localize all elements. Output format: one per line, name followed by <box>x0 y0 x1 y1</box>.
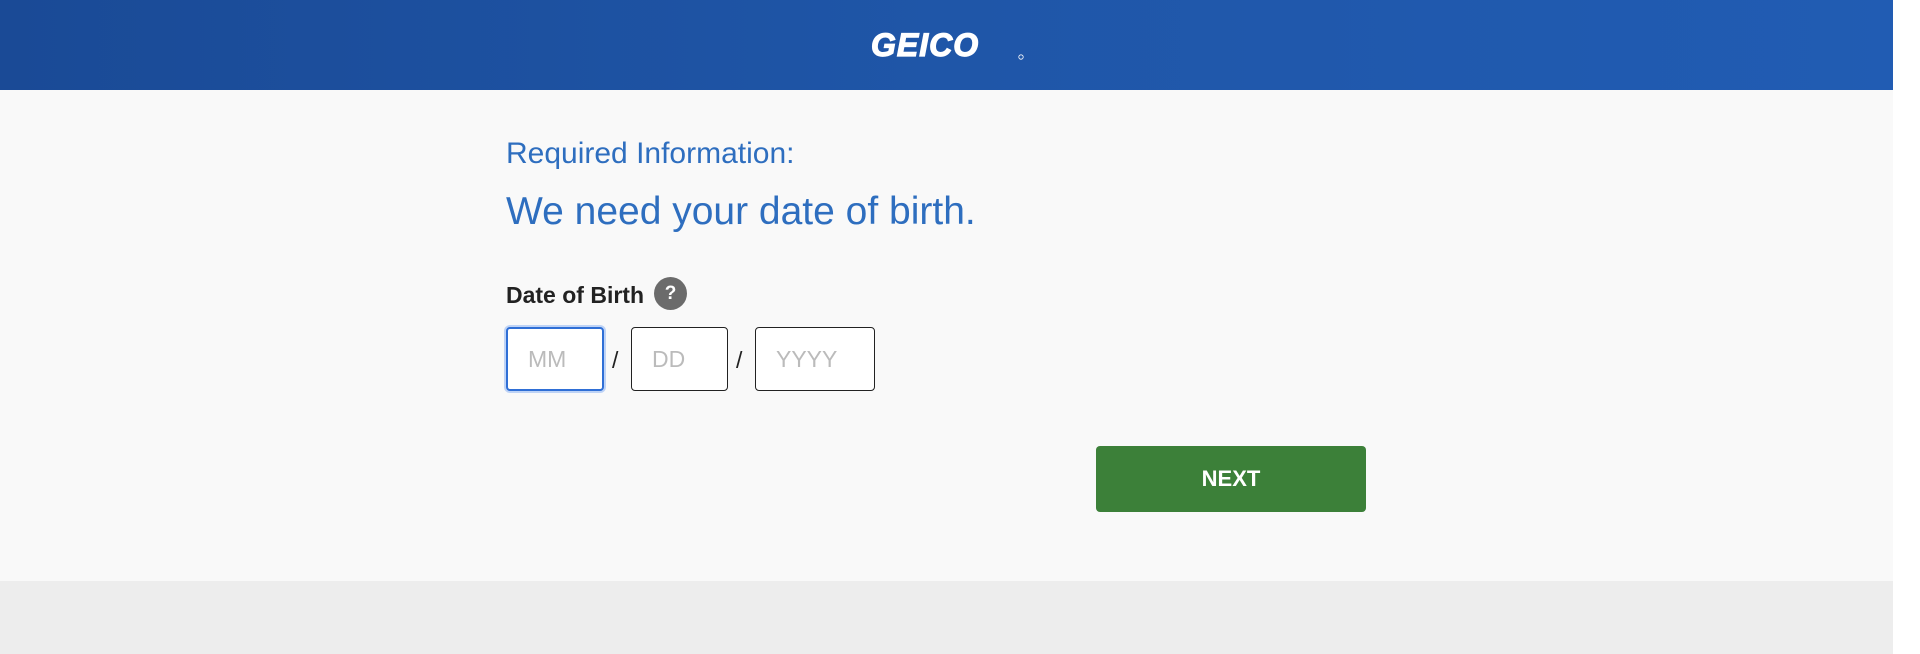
page-footer <box>0 581 1893 654</box>
page-title: We need your date of birth. <box>506 190 976 233</box>
site-header: GEICO <box>0 0 1893 90</box>
date-separator: / <box>736 347 743 373</box>
svg-text:GEICO: GEICO <box>871 28 979 62</box>
scrollbar-gutter <box>1893 0 1920 654</box>
question-icon[interactable]: ? <box>654 277 687 310</box>
next-button[interactable]: NEXT <box>1096 446 1366 512</box>
main-content <box>0 90 1893 581</box>
year-input[interactable] <box>755 327 875 391</box>
page: GEICO Required Information: We need your… <box>0 0 1920 654</box>
month-input[interactable] <box>506 327 604 391</box>
required-info-label: Required Information: <box>506 137 795 170</box>
geico-logo[interactable]: GEICO <box>871 28 1025 62</box>
date-separator: / <box>612 347 619 373</box>
dob-label: Date of Birth <box>506 282 644 308</box>
day-input[interactable] <box>631 327 728 391</box>
